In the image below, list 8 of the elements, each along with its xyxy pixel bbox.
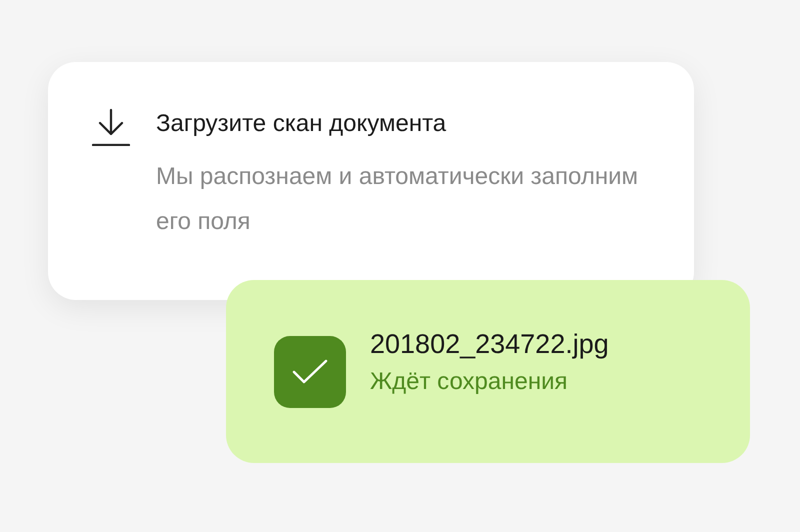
upload-title: Загрузите скан документа: [156, 109, 448, 139]
checkbox[interactable]: [274, 336, 346, 408]
check-icon: [292, 358, 328, 384]
file-name: 201802_234722.jpg: [370, 328, 609, 361]
upload-card[interactable]: Загрузите скан документа Мы распознаем и автоматически заполним его поля: [48, 62, 694, 300]
upload-description: Мы распознаем и автоматически заполним его поля: [156, 162, 639, 237]
file-status: Ждёт сохранения: [370, 366, 568, 396]
download-icon: [92, 108, 130, 146]
